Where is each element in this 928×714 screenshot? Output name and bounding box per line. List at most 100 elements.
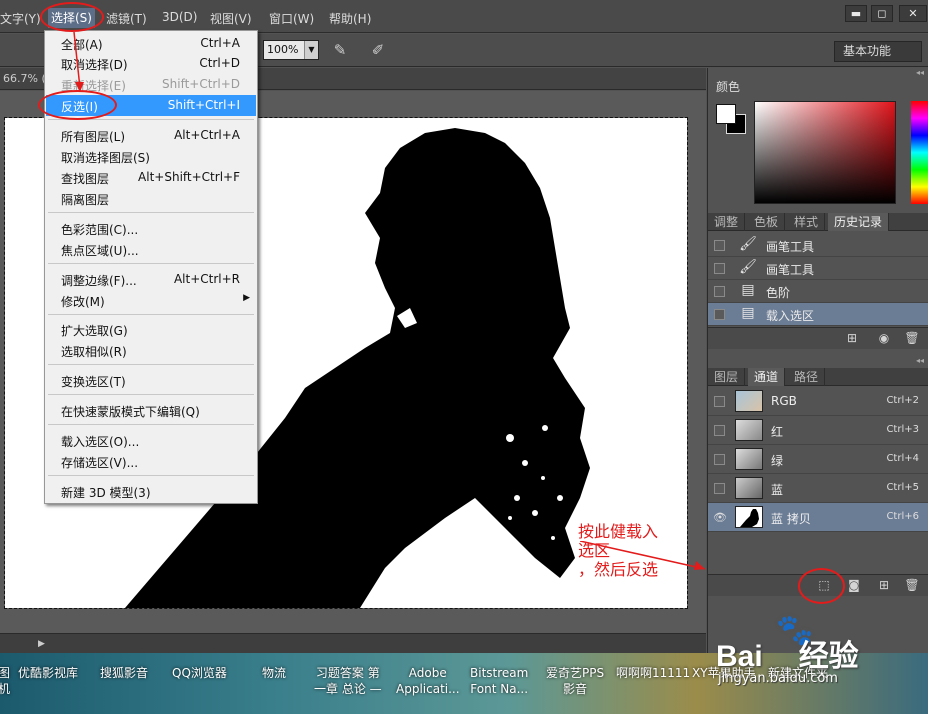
taskbar-item-adobe[interactable]: Adobe Applicati... bbox=[396, 665, 460, 697]
menu-item-modify[interactable]: 修改(M) ▶ bbox=[46, 290, 256, 311]
channel-row-blue[interactable]: 蓝 Ctrl+5 bbox=[708, 474, 928, 503]
channel-row-blue-copy[interactable]: 👁 蓝 拷贝 Ctrl+6 bbox=[708, 503, 928, 532]
menu-item-find-layers[interactable]: 查找图层 Alt+Shift+Ctrl+F bbox=[46, 167, 256, 188]
foreground-color-swatch[interactable] bbox=[716, 104, 736, 124]
play-arrow-icon[interactable]: ▶ bbox=[38, 639, 45, 649]
menu-item-transform-selection[interactable]: 变换选区(T) bbox=[46, 370, 256, 391]
history-row-selected[interactable]: ▤ 载入选区 bbox=[708, 303, 928, 326]
channel-thumbnail bbox=[735, 448, 763, 470]
camera-icon[interactable]: ◉ bbox=[876, 331, 892, 347]
save-selection-icon[interactable]: ◙ bbox=[846, 578, 862, 594]
menu-item-new-3d-model[interactable]: 新建 3D 模型(3) bbox=[46, 481, 256, 502]
menu-item-shortcut: Shift+Ctrl+D bbox=[162, 77, 240, 91]
tab-history[interactable]: 历史记录 bbox=[828, 213, 890, 231]
airbrush-icon[interactable]: ✎ bbox=[330, 41, 350, 61]
color-picker-field[interactable] bbox=[754, 101, 896, 204]
minimize-button[interactable]: ▬ bbox=[845, 5, 867, 22]
channel-label: 红 bbox=[771, 425, 784, 439]
taskbar-item-bitstream[interactable]: Bitstream Font Na... bbox=[470, 665, 528, 697]
taskbar-item-iqiyi[interactable]: 爱奇艺PPS 影音 bbox=[546, 665, 604, 697]
menu-3d[interactable]: 3D(D) bbox=[162, 10, 197, 24]
menu-item-all-layers[interactable]: 所有图层(L) Alt+Ctrl+A bbox=[46, 125, 256, 146]
annotation-arrow bbox=[580, 541, 706, 570]
taskbar-item-folder-1[interactable]: 啊啊啊11111 bbox=[616, 665, 690, 681]
visibility-toggle[interactable] bbox=[714, 396, 725, 407]
channel-thumbnail bbox=[735, 419, 763, 441]
watermark-brand-latin: Bai bbox=[716, 640, 763, 673]
trash-icon[interactable]: 🗑 bbox=[904, 578, 920, 594]
channel-row-rgb[interactable]: RGB Ctrl+2 bbox=[708, 387, 928, 416]
tab-layers[interactable]: 图层 bbox=[708, 368, 746, 386]
right-panel: ◂◂ 颜色 调整 色板 样式 历史记录 🖌 画笔工具 🖌 画笔工具 ▤ 色阶 ▤… bbox=[707, 68, 928, 653]
close-button[interactable]: ✕ bbox=[899, 5, 927, 22]
tab-swatches[interactable]: 色板 bbox=[748, 213, 786, 231]
menu-separator bbox=[48, 212, 254, 213]
checkbox[interactable] bbox=[714, 309, 725, 320]
pressure-icon[interactable]: ✐ bbox=[368, 41, 388, 61]
highlight-circle-load-selection bbox=[798, 568, 845, 604]
checkbox[interactable] bbox=[714, 240, 725, 251]
history-row[interactable]: 🖌 画笔工具 bbox=[708, 257, 928, 280]
workspace-switcher[interactable]: 基本功能 bbox=[834, 41, 922, 62]
tab-styles[interactable]: 样式 bbox=[788, 213, 826, 231]
menu-item-refine-edge[interactable]: 调整边缘(F)... Alt+Ctrl+R bbox=[46, 269, 256, 290]
new-document-from-state-icon[interactable]: ⊞ bbox=[844, 331, 860, 347]
channel-row-red[interactable]: 红 Ctrl+3 bbox=[708, 416, 928, 445]
visibility-toggle[interactable] bbox=[714, 425, 725, 436]
menu-item-label: 存储选区(V)... bbox=[61, 456, 139, 470]
chevron-down-icon: ▼ bbox=[304, 41, 318, 59]
eye-icon[interactable]: 👁 bbox=[713, 511, 727, 524]
menu-separator bbox=[48, 394, 254, 395]
watermark-brand-cn: 经验 bbox=[798, 640, 859, 673]
menu-view[interactable]: 视图(V) bbox=[210, 10, 252, 27]
menu-item-load-selection[interactable]: 载入选区(O)... bbox=[46, 430, 256, 451]
tab-adjustments[interactable]: 调整 bbox=[708, 213, 746, 231]
collapse-icon[interactable]: ◂◂ bbox=[916, 68, 924, 77]
channel-shortcut: Ctrl+4 bbox=[886, 453, 919, 464]
tab-paths[interactable]: 路径 bbox=[788, 368, 826, 386]
menu-item-quick-mask[interactable]: 在快速蒙版模式下编辑(Q) bbox=[46, 400, 256, 421]
menu-item-label: 焦点区域(U)... bbox=[61, 244, 139, 258]
menu-item-label: 取消选择图层(S) bbox=[61, 151, 150, 165]
menu-item-grow[interactable]: 扩大选取(G) bbox=[46, 319, 256, 340]
horizontal-scrollbar[interactable]: ▶ bbox=[0, 633, 706, 653]
tab-channels[interactable]: 通道 bbox=[748, 368, 786, 386]
channel-shortcut: Ctrl+5 bbox=[886, 482, 919, 493]
menu-help[interactable]: 帮助(H) bbox=[329, 10, 371, 27]
menu-separator bbox=[48, 424, 254, 425]
history-panel-footer: ⊞ ◉ 🗑 bbox=[708, 327, 928, 349]
menu-item-color-range[interactable]: 色彩范围(C)... bbox=[46, 218, 256, 239]
menu-filter[interactable]: 滤镜(T) bbox=[106, 10, 147, 27]
maximize-button[interactable]: ◻ bbox=[871, 5, 893, 22]
zoom-select[interactable]: 100% ▼ bbox=[263, 40, 319, 60]
taskbar-item[interactable]: 图 机 bbox=[0, 665, 10, 697]
collapse-icon[interactable]: ◂◂ bbox=[916, 356, 924, 365]
menu-item-similar[interactable]: 选取相似(R) bbox=[46, 340, 256, 361]
history-row-label: 色阶 bbox=[766, 286, 791, 300]
hue-slider[interactable] bbox=[911, 101, 928, 204]
menu-item-isolate-layers[interactable]: 隔离图层 bbox=[46, 188, 256, 209]
taskbar-item-answers[interactable]: 习题答案 第 一章 总论 — bbox=[314, 665, 382, 697]
history-row[interactable]: ▤ 色阶 bbox=[708, 280, 928, 303]
menu-item-label: 查找图层 bbox=[61, 172, 110, 186]
channel-row-green[interactable]: 绿 Ctrl+4 bbox=[708, 445, 928, 474]
menu-item-deselect-layers[interactable]: 取消选择图层(S) bbox=[46, 146, 256, 167]
new-channel-icon[interactable]: ⊞ bbox=[876, 578, 892, 594]
document-icon: ▤ bbox=[741, 282, 755, 298]
menu-item-focus-area[interactable]: 焦点区域(U)... bbox=[46, 239, 256, 260]
history-row[interactable]: 🖌 画笔工具 bbox=[708, 234, 928, 257]
checkbox[interactable] bbox=[714, 263, 725, 274]
taskbar-item-sohu[interactable]: 搜狐影音 bbox=[100, 665, 148, 681]
taskbar-item-qq-browser[interactable]: QQ浏览器 bbox=[172, 665, 227, 681]
taskbar-item-youku[interactable]: 优酷影视库 bbox=[18, 665, 78, 681]
visibility-toggle[interactable] bbox=[714, 454, 725, 465]
visibility-toggle[interactable] bbox=[714, 483, 725, 494]
menu-window[interactable]: 窗口(W) bbox=[269, 10, 314, 27]
menu-item-shortcut: Alt+Shift+Ctrl+F bbox=[138, 170, 240, 184]
trash-icon[interactable]: 🗑 bbox=[904, 331, 920, 347]
channel-thumbnail bbox=[735, 477, 763, 499]
menu-item-save-selection[interactable]: 存储选区(V)... bbox=[46, 451, 256, 472]
menu-type[interactable]: 文字(Y) bbox=[0, 10, 41, 27]
taskbar-item-logistics[interactable]: 物流 bbox=[262, 665, 286, 681]
checkbox[interactable] bbox=[714, 286, 725, 297]
